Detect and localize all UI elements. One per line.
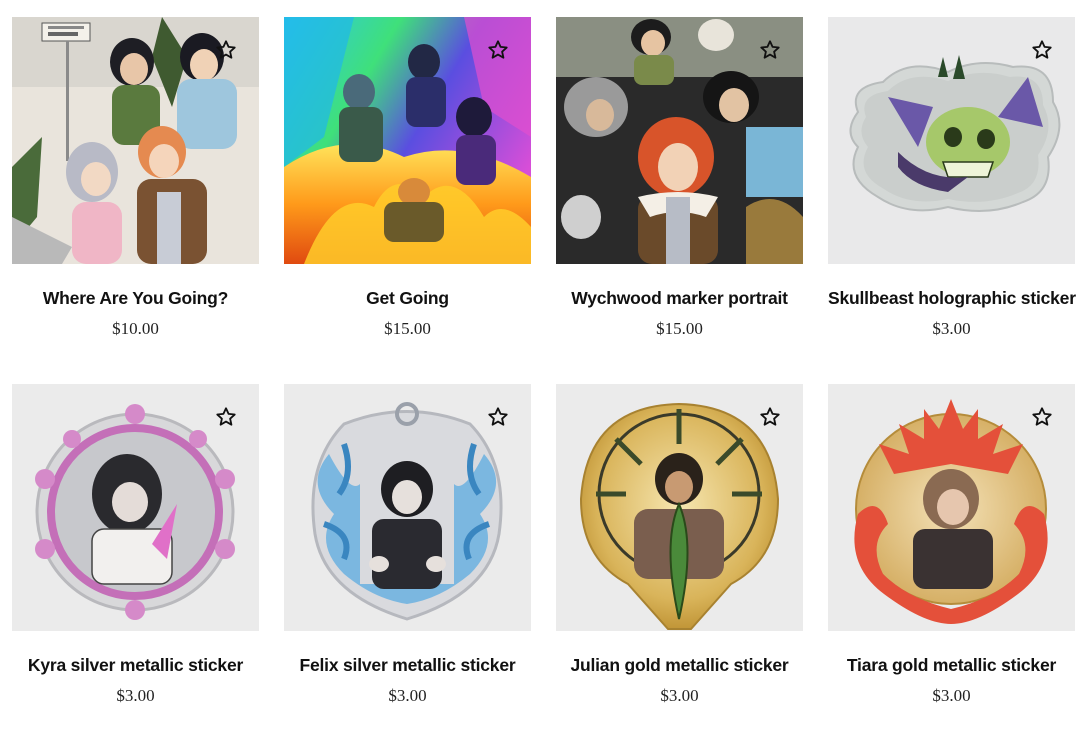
product-card[interactable]: Get Going $15.00 [284, 17, 531, 384]
product-card[interactable]: Skullbeast holographic sticker $3.00 [828, 17, 1076, 384]
star-outline-icon [488, 40, 508, 59]
product-image[interactable] [12, 17, 259, 264]
product-title[interactable]: Kyra silver metallic sticker [12, 655, 259, 675]
product-card[interactable]: Kyra silver metallic sticker $3.00 [12, 384, 259, 751]
star-outline-icon [1032, 407, 1052, 426]
product-card[interactable]: Where Are You Going? $10.00 [12, 17, 259, 384]
favorite-button[interactable] [213, 37, 239, 63]
product-image[interactable] [828, 17, 1075, 264]
product-price: $15.00 [656, 319, 703, 338]
product-card[interactable]: Felix silver metallic sticker $3.00 [284, 384, 531, 751]
product-title[interactable]: Where Are You Going? [12, 288, 259, 308]
product-price: $15.00 [384, 319, 431, 338]
product-image[interactable] [284, 17, 531, 264]
star-outline-icon [216, 40, 236, 59]
product-image[interactable] [556, 384, 803, 631]
product-title[interactable]: Skullbeast holographic sticker [828, 288, 1076, 308]
product-price: $3.00 [932, 686, 971, 705]
favorite-button[interactable] [213, 404, 239, 430]
favorite-button[interactable] [485, 404, 511, 430]
star-outline-icon [216, 407, 236, 426]
favorite-button[interactable] [1029, 404, 1055, 430]
product-title[interactable]: Get Going [284, 288, 531, 308]
product-title[interactable]: Wychwood marker portrait [556, 288, 803, 308]
product-image[interactable] [556, 17, 803, 264]
product-title[interactable]: Tiara gold metallic sticker [828, 655, 1075, 675]
product-price: $3.00 [932, 319, 971, 338]
product-image[interactable] [12, 384, 259, 631]
star-outline-icon [488, 407, 508, 426]
product-title[interactable]: Julian gold metallic sticker [556, 655, 803, 675]
star-outline-icon [760, 40, 780, 59]
favorite-button[interactable] [757, 404, 783, 430]
favorite-button[interactable] [485, 37, 511, 63]
product-price: $10.00 [112, 319, 159, 338]
favorite-button[interactable] [1029, 37, 1055, 63]
favorite-button[interactable] [757, 37, 783, 63]
star-outline-icon [1032, 40, 1052, 59]
product-title[interactable]: Felix silver metallic sticker [284, 655, 531, 675]
product-price: $3.00 [116, 686, 155, 705]
product-grid: Where Are You Going? $10.00 Get Going $1… [12, 17, 1076, 751]
product-price: $3.00 [660, 686, 699, 705]
star-outline-icon [760, 407, 780, 426]
product-card[interactable]: Tiara gold metallic sticker $3.00 [828, 384, 1075, 751]
product-card[interactable]: Wychwood marker portrait $15.00 [556, 17, 803, 384]
product-image[interactable] [828, 384, 1075, 631]
product-card[interactable]: Julian gold metallic sticker $3.00 [556, 384, 803, 751]
product-image[interactable] [284, 384, 531, 631]
product-price: $3.00 [388, 686, 427, 705]
